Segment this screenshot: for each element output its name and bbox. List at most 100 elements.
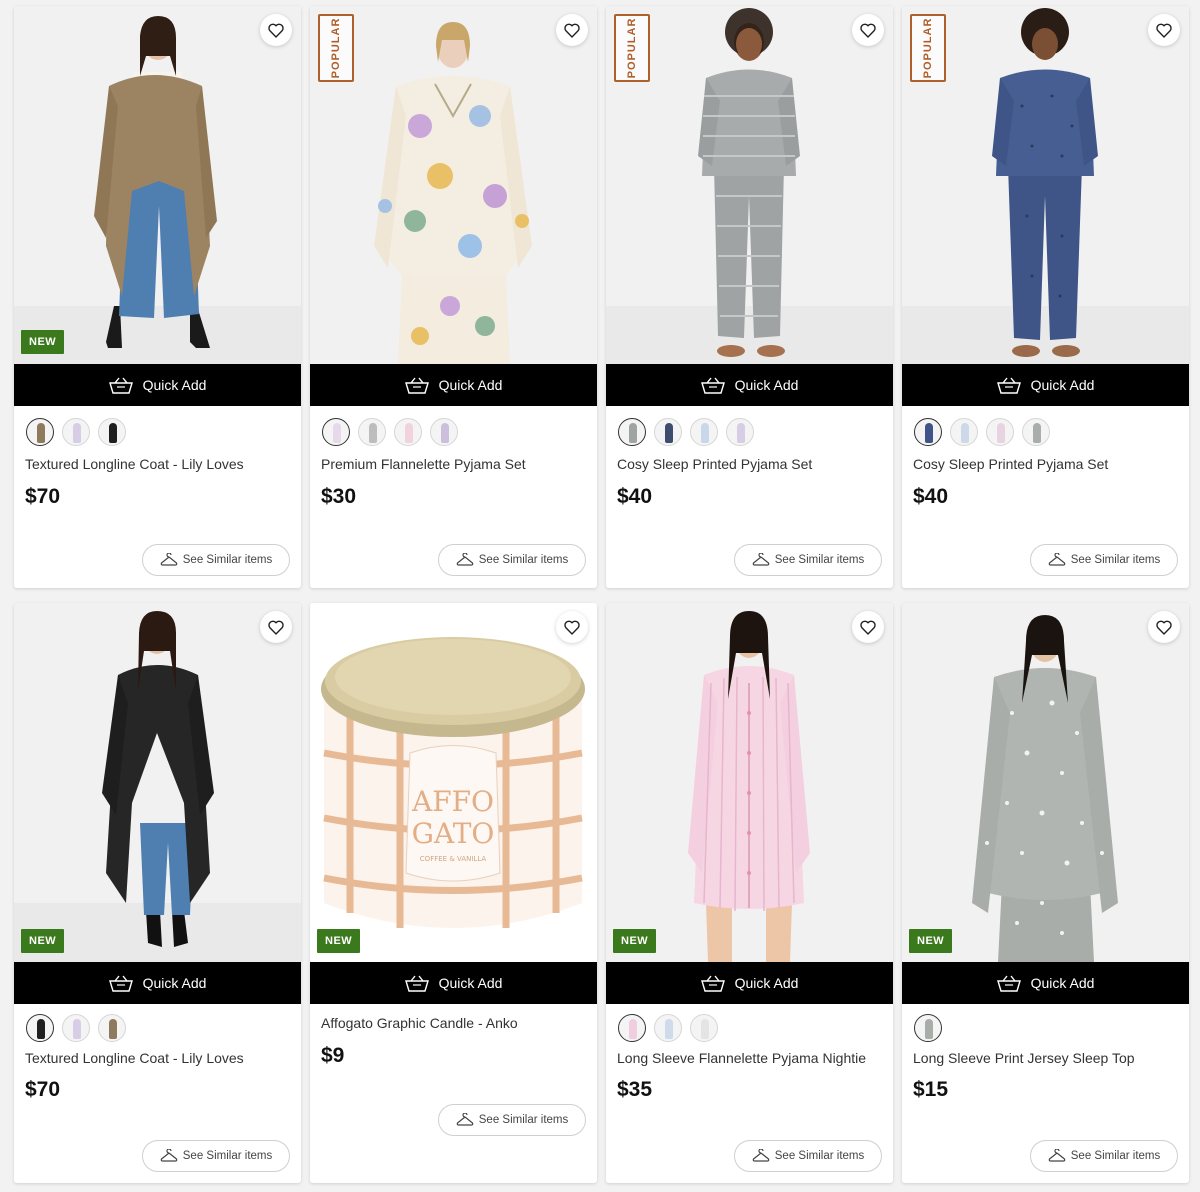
product-price: $30 [321,485,357,508]
hanger-icon [1048,1149,1066,1162]
see-similar-button[interactable]: See Similar items [1030,1140,1178,1172]
wishlist-heart-icon[interactable] [1148,611,1180,643]
product-title[interactable]: Long Sleeve Flannelette Pyjama Nightie [617,1050,866,1066]
quick-add-button[interactable]: Quick Add [14,962,301,1004]
new-badge: NEW [909,929,953,953]
product-price: $40 [617,485,653,508]
swatch-lilac[interactable] [62,418,90,446]
swatch-grey[interactable] [618,418,646,446]
hanger-icon [160,1149,178,1162]
product-image[interactable] [902,603,1189,962]
swatch-black[interactable] [26,1014,54,1042]
wishlist-heart-icon[interactable] [556,14,588,46]
product-card[interactable]: NEW Quick Add Textured Longline Coat - L… [14,603,301,1183]
swatch-grey[interactable] [914,1014,942,1042]
swatch-pink[interactable] [394,418,422,446]
wishlist-heart-icon[interactable] [852,611,884,643]
swatch-pink[interactable] [986,418,1014,446]
product-card[interactable]: POPULAR Quick Add Cosy Sleep Printed Pyj… [902,6,1189,588]
quick-add-button[interactable]: Quick Add [310,962,597,1004]
quick-add-button[interactable]: Quick Add [606,364,893,406]
basket-icon [404,975,429,992]
swatch-light-blue[interactable] [654,1014,682,1042]
new-badge: NEW [21,929,65,953]
swatch-lilac[interactable] [62,1014,90,1042]
product-image[interactable]: AFFO GATO COFFEE & VANILLA [310,603,597,962]
colour-swatches [26,418,126,446]
see-similar-button[interactable]: See Similar items [438,544,586,576]
see-similar-button[interactable]: See Similar items [142,544,290,576]
swatch-floral[interactable] [322,418,350,446]
colour-swatches [914,418,1050,446]
basket-icon [996,975,1021,992]
swatch-brown[interactable] [98,1014,126,1042]
product-title[interactable]: Premium Flannelette Pyjama Set [321,456,526,472]
product-title[interactable]: Long Sleeve Print Jersey Sleep Top [913,1050,1135,1066]
wishlist-heart-icon[interactable] [260,14,292,46]
see-similar-button[interactable]: See Similar items [438,1104,586,1136]
see-similar-label: See Similar items [478,1114,569,1126]
basket-icon [108,975,133,992]
new-badge: NEW [21,330,65,354]
see-similar-label: See Similar items [774,1150,865,1162]
product-card[interactable]: POPULAR Quick Add Cosy Sleep Printed Pyj… [606,6,893,588]
swatch-navy[interactable] [914,418,942,446]
product-card[interactable]: NEW Quick Add Long Sleeve Print Jersey S… [902,603,1189,1183]
colour-swatches [322,418,458,446]
product-title[interactable]: Affogato Graphic Candle - Anko [321,1015,518,1031]
swatch-grey[interactable] [358,418,386,446]
basket-icon [700,975,725,992]
swatch-pink[interactable] [618,1014,646,1042]
quick-add-label: Quick Add [142,975,207,991]
quick-add-label: Quick Add [1030,377,1095,393]
see-similar-button[interactable]: See Similar items [1030,544,1178,576]
quick-add-button[interactable]: Quick Add [902,962,1189,1004]
candle-label-line2: GATO [412,817,495,850]
hanger-icon [456,553,474,566]
product-price: $35 [617,1078,653,1101]
product-card[interactable]: NEW Quick Add Textured Longline Coat - L… [14,6,301,588]
wishlist-heart-icon[interactable] [556,611,588,643]
product-card[interactable]: POPULAR Quick Add Premium Flannelette Py… [310,6,597,588]
product-price: $40 [913,485,949,508]
product-image[interactable] [606,603,893,962]
swatch-white[interactable] [690,1014,718,1042]
wishlist-heart-icon[interactable] [852,14,884,46]
product-title[interactable]: Textured Longline Coat - Lily Loves [25,1050,244,1066]
quick-add-label: Quick Add [1030,975,1095,991]
basket-icon [700,377,725,394]
swatch-lilac[interactable] [430,418,458,446]
hanger-icon [456,1113,474,1126]
product-title[interactable]: Cosy Sleep Printed Pyjama Set [617,456,812,472]
swatch-brown[interactable] [26,418,54,446]
see-similar-button[interactable]: See Similar items [734,1140,882,1172]
swatch-navy[interactable] [654,418,682,446]
swatch-black[interactable] [98,418,126,446]
swatch-lilac[interactable] [726,418,754,446]
wishlist-heart-icon[interactable] [260,611,292,643]
candle-label-line1: AFFO [411,785,494,818]
quick-add-button[interactable]: Quick Add [606,962,893,1004]
product-image[interactable] [14,6,301,364]
product-price: $70 [25,1078,61,1101]
see-similar-label: See Similar items [478,554,569,566]
quick-add-button[interactable]: Quick Add [310,364,597,406]
quick-add-label: Quick Add [142,377,207,393]
colour-swatches [618,1014,718,1042]
wishlist-heart-icon[interactable] [1148,14,1180,46]
see-similar-button[interactable]: See Similar items [734,544,882,576]
colour-swatches [26,1014,126,1042]
product-card[interactable]: AFFO GATO COFFEE & VANILLA NEW Quick Add… [310,603,597,1183]
basket-icon [996,377,1021,394]
product-card[interactable]: NEW Quick Add Long Sleeve Flannelette Py… [606,603,893,1183]
swatch-light-blue[interactable] [950,418,978,446]
product-grid: NEW Quick Add Textured Longline Coat - L… [0,0,1200,1192]
quick-add-button[interactable]: Quick Add [902,364,1189,406]
swatch-blue[interactable] [690,418,718,446]
swatch-grey[interactable] [1022,418,1050,446]
product-image[interactable] [14,603,301,962]
see-similar-button[interactable]: See Similar items [142,1140,290,1172]
product-title[interactable]: Cosy Sleep Printed Pyjama Set [913,456,1108,472]
product-title[interactable]: Textured Longline Coat - Lily Loves [25,456,244,472]
quick-add-button[interactable]: Quick Add [14,364,301,406]
